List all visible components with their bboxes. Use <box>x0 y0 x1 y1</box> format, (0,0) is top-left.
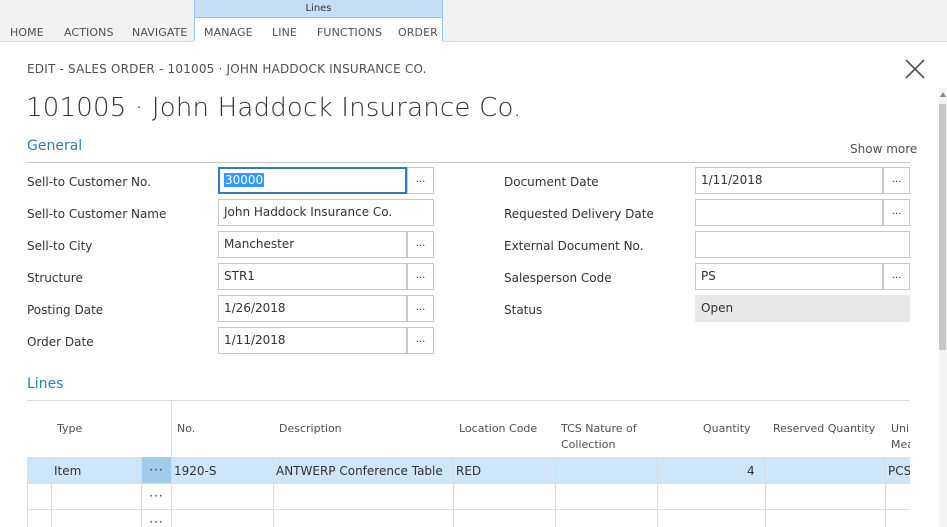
field-label-sell-to-customer-name: Sell-to Customer Name <box>27 207 167 221</box>
tab-line[interactable]: LINE <box>272 26 297 39</box>
sell-to-city-lookup-button[interactable]: ... <box>407 231 434 258</box>
scroll-up-arrow-icon[interactable] <box>939 90 947 100</box>
row-menu-button[interactable]: ··· <box>142 483 171 509</box>
salesperson-code-lookup-button[interactable]: ... <box>883 263 910 290</box>
column-header-unit-of-measure[interactable]: Uni Mea <box>891 421 910 453</box>
grid-col-rule <box>657 457 658 527</box>
structure-lookup-button[interactable]: ... <box>407 263 434 290</box>
lines-group-underline <box>194 41 443 43</box>
tab-order[interactable]: ORDER <box>398 26 438 39</box>
section-title-general[interactable]: General <box>27 138 82 154</box>
field-label-order-date: Order Date <box>27 335 94 349</box>
status-value: Open <box>695 295 910 322</box>
sell-to-customer-no-input[interactable]: 30000 <box>218 167 407 194</box>
external-document-no-input[interactable] <box>695 231 910 258</box>
lines-group-title: Lines <box>195 0 442 18</box>
grid-col-rule <box>171 400 172 527</box>
field-label-requested-delivery-date: Requested Delivery Date <box>504 207 654 221</box>
grid-col-rule <box>273 457 274 527</box>
page-title: 101005 · John Haddock Insurance Co. <box>26 93 522 123</box>
field-label-status: Status <box>504 303 543 317</box>
section-divider <box>27 162 910 163</box>
column-header-line: TCS Nature of <box>561 422 637 435</box>
lines-ribbon-group: Lines MANAGE LINE FUNCTIONS ORDER <box>194 0 443 43</box>
breadcrumb: EDIT - SALES ORDER - 101005 · JOHN HADDO… <box>27 62 427 76</box>
grid-col-rule <box>555 457 556 527</box>
grid-col-rule <box>51 457 52 527</box>
tab-navigate[interactable]: NAVIGATE <box>132 26 187 39</box>
row-menu-button[interactable]: ··· <box>142 457 171 483</box>
cell-quantity[interactable]: 4 <box>747 464 755 478</box>
column-header-type[interactable]: Type <box>57 421 82 437</box>
posting-date-input[interactable]: 1/26/2018 <box>218 295 407 322</box>
tab-home[interactable]: HOME <box>10 26 44 39</box>
requested-delivery-date-input[interactable] <box>695 199 883 226</box>
field-label-document-date: Document Date <box>504 175 599 189</box>
cell-unit-of-measure[interactable]: PCS <box>888 464 910 478</box>
grid-col-rule <box>765 457 766 527</box>
column-header-description[interactable]: Description <box>279 421 342 437</box>
close-icon <box>905 59 925 79</box>
document-date-picker-button[interactable]: ... <box>883 167 910 194</box>
sell-to-customer-no-lookup-button[interactable]: ... <box>407 167 434 194</box>
show-more-link[interactable]: Show more <box>850 142 917 156</box>
row-menu-button[interactable]: ··· <box>142 509 171 527</box>
tab-manage[interactable]: MANAGE <box>204 26 253 39</box>
section-title-lines[interactable]: Lines <box>27 376 63 392</box>
sell-to-city-input[interactable]: Manchester <box>218 231 407 258</box>
cell-description[interactable]: ANTWERP Conference Table <box>276 464 443 478</box>
posting-date-picker-button[interactable]: ... <box>407 295 434 322</box>
column-header-line: Mea <box>891 438 910 451</box>
order-date-picker-button[interactable]: ... <box>407 327 434 354</box>
cell-type[interactable]: Item <box>54 464 81 478</box>
column-header-no[interactable]: No. <box>177 421 195 437</box>
column-header-line: Collection <box>561 438 616 451</box>
field-label-sell-to-city: Sell-to City <box>27 239 93 253</box>
field-label-external-document-no: External Document No. <box>504 239 644 253</box>
scrollbar-thumb[interactable] <box>939 104 946 350</box>
requested-delivery-date-picker-button[interactable]: ... <box>883 199 910 226</box>
field-label-structure: Structure <box>27 271 83 285</box>
column-header-quantity[interactable]: Quantity <box>703 421 751 437</box>
tab-functions[interactable]: FUNCTIONS <box>317 26 382 39</box>
structure-input[interactable]: STR1 <box>218 263 407 290</box>
lines-grid: Type No. Description Location Code TCS N… <box>27 400 910 527</box>
close-button[interactable] <box>903 57 927 81</box>
field-label-salesperson-code: Salesperson Code <box>504 271 612 285</box>
grid-col-rule <box>453 457 454 527</box>
grid-col-rule <box>885 457 886 527</box>
field-label-sell-to-customer-no: Sell-to Customer No. <box>27 175 151 189</box>
grid-col-rule <box>27 457 28 527</box>
salesperson-code-input[interactable]: PS <box>695 263 883 290</box>
tab-actions[interactable]: ACTIONS <box>64 26 114 39</box>
cell-location-code[interactable]: RED <box>456 464 481 478</box>
field-label-posting-date: Posting Date <box>27 303 104 317</box>
grid-top-rule <box>27 400 910 401</box>
document-date-input[interactable]: 1/11/2018 <box>695 167 883 194</box>
cell-no[interactable]: 1920-S <box>174 464 217 478</box>
column-header-reserved-quantity[interactable]: Reserved Quantity <box>773 421 875 437</box>
order-date-input[interactable]: 1/11/2018 <box>218 327 407 354</box>
selected-text: 30000 <box>224 173 265 187</box>
sell-to-customer-name-input[interactable]: John Haddock Insurance Co. <box>218 199 434 226</box>
column-header-line: Uni <box>891 422 910 435</box>
column-header-tcs-nature-of-collection[interactable]: TCS Nature of Collection <box>561 421 637 453</box>
ribbon: HOME ACTIONS NAVIGATE <box>0 0 947 42</box>
column-header-location-code[interactable]: Location Code <box>459 421 537 437</box>
